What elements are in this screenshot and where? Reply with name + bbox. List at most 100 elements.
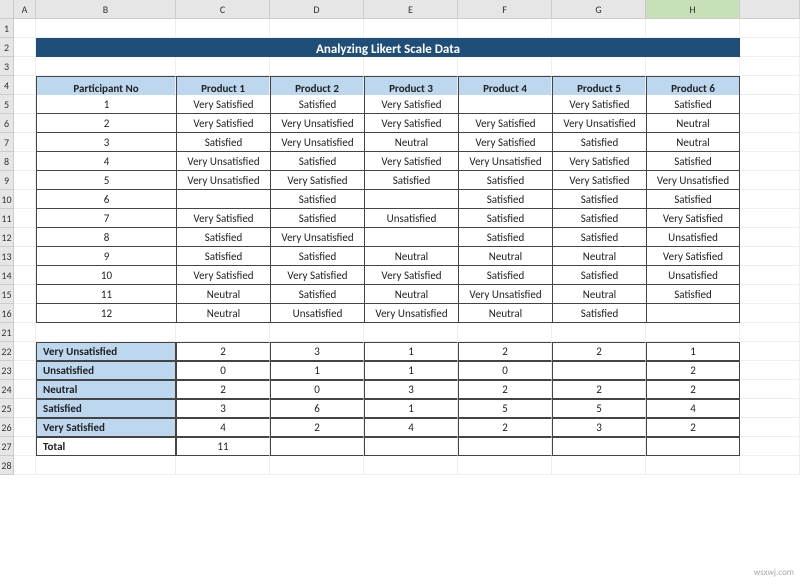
data-cell[interactable]: Neutral [552,247,646,266]
data-cell[interactable]: Very Unsatisfied [270,133,364,152]
participant-no[interactable]: 11 [36,285,176,304]
data-cell[interactable]: Satisfied [552,304,646,323]
data-cell[interactable]: Very Satisfied [270,171,364,190]
row-header-28[interactable]: 28 [0,456,14,475]
summary-cell[interactable]: 2 [176,342,270,361]
data-cell[interactable]: Very Satisfied [552,95,646,114]
row-header-13[interactable]: 13 [0,247,14,266]
participant-no[interactable]: 4 [36,152,176,171]
data-cell[interactable]: Satisfied [458,171,552,190]
data-cell[interactable]: Very Satisfied [270,266,364,285]
data-cell[interactable]: Satisfied [270,190,364,209]
data-cell[interactable]: Very Satisfied [458,114,552,133]
data-cell[interactable]: Neutral [458,304,552,323]
row-header-21[interactable]: 21 [0,323,14,342]
data-cell[interactable]: Neutral [458,247,552,266]
participant-no[interactable]: 6 [36,190,176,209]
participant-no[interactable]: 9 [36,247,176,266]
summary-cell[interactable]: 2 [458,380,552,399]
summary-cell[interactable]: 0 [458,361,552,380]
data-cell[interactable]: Satisfied [270,247,364,266]
data-cell[interactable]: Satisfied [270,95,364,114]
participant-no[interactable]: 1 [36,95,176,114]
participant-no[interactable]: 5 [36,171,176,190]
summary-cell[interactable]: 1 [364,361,458,380]
data-cell[interactable] [646,304,740,323]
row-header-15[interactable]: 15 [0,285,14,304]
summary-cell[interactable]: 2 [458,418,552,437]
participant-no[interactable]: 8 [36,228,176,247]
participant-no[interactable]: 2 [36,114,176,133]
summary-cell[interactable]: 3 [364,380,458,399]
summary-cell[interactable]: 2 [270,418,364,437]
data-cell[interactable]: Neutral [364,285,458,304]
data-cell[interactable]: Very Unsatisfied [176,152,270,171]
row-header-10[interactable]: 10 [0,190,14,209]
total-cell[interactable] [552,437,646,456]
row-header-8[interactable]: 8 [0,152,14,171]
data-cell[interactable]: Neutral [552,285,646,304]
data-cell[interactable] [364,190,458,209]
data-cell[interactable]: Very Satisfied [176,114,270,133]
summary-cell[interactable]: 3 [552,418,646,437]
data-cell[interactable]: Very Satisfied [552,152,646,171]
row-header-4[interactable]: 4 [0,76,14,95]
summary-cell[interactable]: 1 [364,342,458,361]
data-cell[interactable]: Satisfied [270,209,364,228]
row-header-6[interactable]: 6 [0,114,14,133]
data-cell[interactable]: Satisfied [646,95,740,114]
data-cell[interactable]: Very Satisfied [364,266,458,285]
total-cell[interactable] [270,437,364,456]
row-header-16[interactable]: 16 [0,304,14,323]
row-header-24[interactable]: 24 [0,380,14,399]
data-cell[interactable]: Neutral [646,133,740,152]
data-cell[interactable]: Very Satisfied [458,133,552,152]
row-header-23[interactable]: 23 [0,361,14,380]
col-header-c[interactable]: C [176,0,270,19]
data-cell[interactable]: Satisfied [552,133,646,152]
total-cell[interactable] [646,437,740,456]
data-cell[interactable]: Very Satisfied [176,209,270,228]
data-cell[interactable]: Very Satisfied [364,95,458,114]
summary-cell[interactable]: 3 [270,342,364,361]
data-cell[interactable]: Unsatisfied [364,209,458,228]
summary-cell[interactable]: 4 [646,399,740,418]
data-cell[interactable]: Very Unsatisfied [458,152,552,171]
data-cell[interactable]: Satisfied [176,228,270,247]
participant-no[interactable]: 10 [36,266,176,285]
summary-cell[interactable]: 3 [176,399,270,418]
participant-no[interactable]: 3 [36,133,176,152]
summary-cell[interactable]: 2 [458,342,552,361]
data-cell[interactable]: Satisfied [458,266,552,285]
summary-cell[interactable]: 4 [176,418,270,437]
row-header-11[interactable]: 11 [0,209,14,228]
total-cell[interactable] [458,437,552,456]
summary-cell[interactable]: 5 [552,399,646,418]
data-cell[interactable]: Satisfied [552,228,646,247]
data-cell[interactable]: Satisfied [552,190,646,209]
row-header-9[interactable]: 9 [0,171,14,190]
total-cell[interactable]: 11 [176,437,270,456]
data-cell[interactable]: Satisfied [270,285,364,304]
col-header-h[interactable]: H [646,0,740,19]
data-cell[interactable]: Unsatisfied [270,304,364,323]
row-header-12[interactable]: 12 [0,228,14,247]
summary-cell[interactable]: 5 [458,399,552,418]
data-cell[interactable]: Very Unsatisfied [270,114,364,133]
summary-cell[interactable]: 1 [270,361,364,380]
data-cell[interactable] [176,190,270,209]
col-header-e[interactable]: E [364,0,458,19]
summary-cell[interactable]: 4 [364,418,458,437]
data-cell[interactable]: Very Unsatisfied [458,285,552,304]
data-cell[interactable]: Neutral [176,285,270,304]
data-cell[interactable]: Very Satisfied [176,95,270,114]
row-header-22[interactable]: 22 [0,342,14,361]
data-cell[interactable]: Satisfied [646,152,740,171]
summary-cell[interactable]: 1 [364,399,458,418]
summary-cell[interactable]: 2 [646,418,740,437]
summary-cell[interactable]: 0 [270,380,364,399]
row-header-2[interactable]: 2 [0,38,14,57]
data-cell[interactable]: Very Unsatisfied [364,304,458,323]
col-header-b[interactable]: B [36,0,176,19]
summary-cell[interactable]: 2 [552,380,646,399]
